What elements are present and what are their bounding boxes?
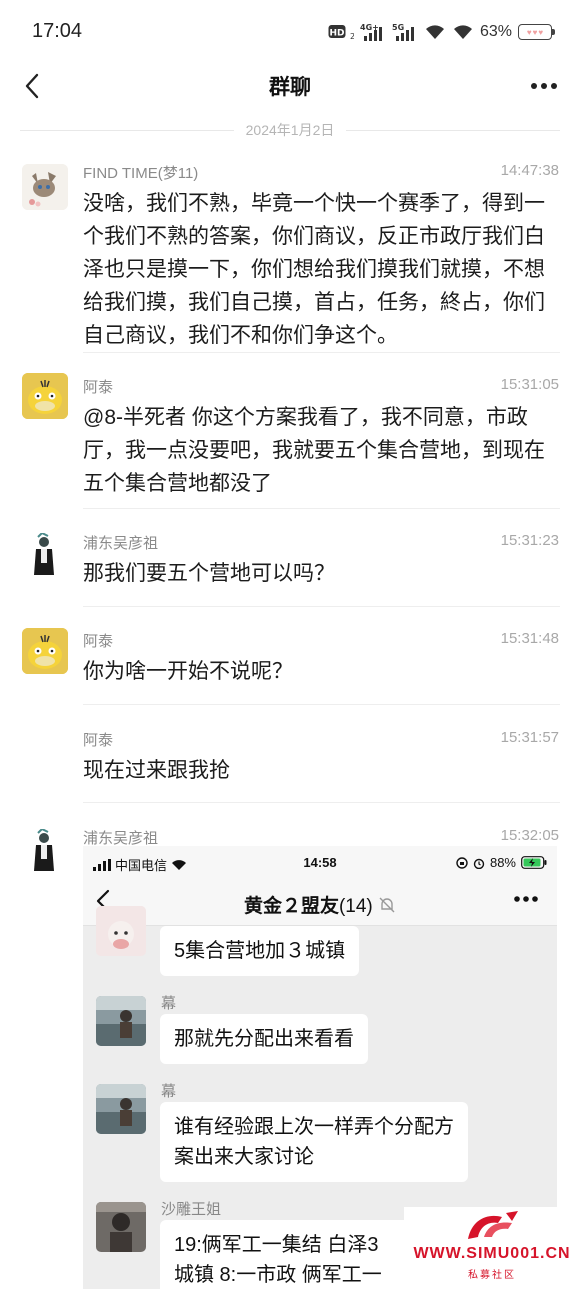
hd-icon: HD 2 xyxy=(328,23,354,41)
screenshot-bubble: 5集合营地加３城镇 xyxy=(160,926,360,976)
screenshot-sender: 幕 xyxy=(161,995,177,1012)
more-button[interactable] xyxy=(524,68,564,104)
svg-text:5G: 5G xyxy=(392,23,404,32)
svg-text:2: 2 xyxy=(350,32,354,41)
avatar xyxy=(96,996,146,1046)
lock-rotation-icon xyxy=(456,856,468,869)
status-bar: 17:04 HD 2 4G+ 5G 63% ♥ ♥ ♥ xyxy=(0,0,580,62)
sender-name: 浦东吴彦祖 xyxy=(83,830,159,847)
screenshot-sender: 幕 xyxy=(161,1083,177,1100)
avatar[interactable] xyxy=(22,533,68,579)
sender-name: FIND TIME(梦11) xyxy=(83,165,199,182)
screenshot-bubble: 19:俩军工一集结 白泽3城镇 8:一市政 俩军工一集 xyxy=(160,1220,410,1289)
message-text: 那我们要五个营地可以吗？ xyxy=(83,562,335,585)
message-time: 15:31:57 xyxy=(500,729,559,746)
watermark-text: WWW.SIMU001.CN xyxy=(413,1245,571,1262)
avatar[interactable] xyxy=(22,829,68,875)
watermark-logo-icon xyxy=(468,1211,518,1239)
sender-name: 阿泰 xyxy=(83,379,114,396)
screenshot-nav: 黄金２盟友(14) xyxy=(83,880,557,926)
screenshot-status-bar: 中国电信 14:58 88% xyxy=(83,846,557,880)
avatar xyxy=(96,906,146,956)
sender-name: 阿泰 xyxy=(83,633,114,650)
date-divider: 2024年1月2日 xyxy=(20,120,560,140)
page-title: 群聊 xyxy=(269,76,311,99)
message-time: 15:31:05 xyxy=(500,376,559,393)
screenshot-bubble: 那就先分配出来看看 xyxy=(160,1014,368,1064)
divider xyxy=(83,508,560,509)
sender-name: 阿泰 xyxy=(83,732,114,749)
message-time: 14:47:38 xyxy=(500,162,559,179)
status-icons: HD 2 4G+ 5G 63% ♥ ♥ ♥ xyxy=(328,20,555,44)
screenshot-title-text: 黄金２盟友 xyxy=(243,896,339,917)
message-time: 15:31:23 xyxy=(500,532,559,549)
watermark-subtext: 私募社区 xyxy=(468,1270,516,1281)
message-text: 现在过来跟我抢 xyxy=(83,759,230,782)
alarm-icon xyxy=(473,858,485,869)
screenshot-more-button xyxy=(513,890,539,908)
svg-text:HD: HD xyxy=(329,29,344,39)
more-icon xyxy=(514,896,538,902)
battery-icon: ♥ ♥ ♥ xyxy=(518,24,555,40)
screenshot-sender: 沙雕王姐 xyxy=(161,1201,222,1218)
signal-5g-icon: 5G xyxy=(392,22,418,42)
mute-bell-icon xyxy=(379,897,395,913)
sender-name: 浦东吴彦祖 xyxy=(83,535,159,552)
nav-bar: 群聊 xyxy=(0,62,580,108)
message-time: 15:31:48 xyxy=(500,630,559,647)
screenshot-bubble: 谁有经验跟上次一样弄个分配方案出来大家讨论 xyxy=(160,1102,468,1182)
avatar[interactable] xyxy=(22,164,68,210)
wifi-icon xyxy=(452,23,474,41)
message-time: 15:32:05 xyxy=(500,827,559,844)
message-text: 没啥，我们不熟，毕竟一个快一个赛季了，得到一个我们不熟的答案，你们商议，反正市政… xyxy=(83,192,545,347)
screenshot-member-count: (14) xyxy=(338,896,373,917)
message-text: 你为啥一开始不说呢？ xyxy=(83,660,293,683)
divider xyxy=(83,606,560,607)
wifi-icon xyxy=(424,23,446,41)
message-text: @8-半死者 你这个方案我看了，我不同意，市政厅，我一点没要吧，我就要五个集合营… xyxy=(83,406,545,495)
status-time: 17:04 xyxy=(32,20,83,42)
divider xyxy=(83,704,560,705)
battery-percent: 63% xyxy=(479,23,512,40)
divider xyxy=(83,352,560,353)
screenshot-battery-percent: 88% xyxy=(489,855,516,870)
avatar xyxy=(96,1084,146,1134)
more-icon xyxy=(531,83,557,89)
screenshot-chat-title: 黄金２盟友(14) xyxy=(83,891,557,918)
divider xyxy=(83,802,560,803)
watermark: WWW.SIMU001.CN 私募社区 xyxy=(404,1207,580,1289)
avatar xyxy=(96,1202,146,1252)
signal-4g-icon: 4G+ xyxy=(360,22,386,42)
date-label: 2024年1月2日 xyxy=(245,122,335,138)
battery-charging-icon xyxy=(521,856,547,869)
avatar[interactable] xyxy=(22,628,68,674)
avatar[interactable] xyxy=(22,373,68,419)
